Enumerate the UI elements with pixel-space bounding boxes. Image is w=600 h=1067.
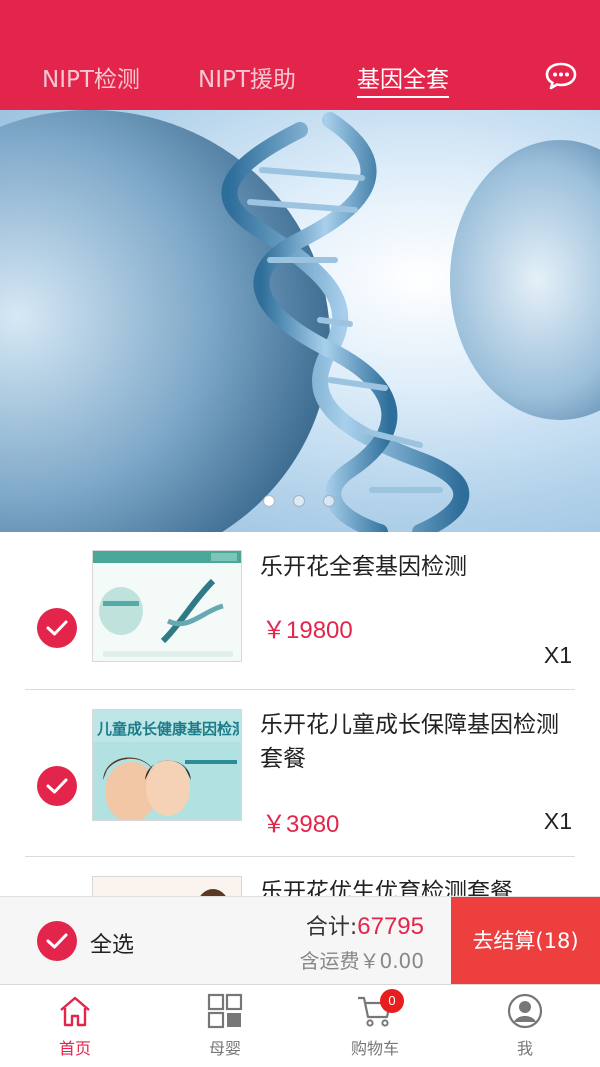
nav-label: 首页 bbox=[58, 1039, 91, 1058]
item-thumbnail[interactable]: 儿童成长健康基因检测 bbox=[92, 709, 242, 821]
carousel-dot[interactable] bbox=[293, 495, 305, 507]
cart-item: 儿童成长健康基因检测 乐开花儿童成长保障基因检测套餐 ￥3980 X1 bbox=[0, 690, 600, 856]
checkmark-icon bbox=[46, 778, 68, 794]
item-title[interactable]: 乐开花优生优育检测套餐 bbox=[260, 875, 570, 896]
top-header: NIPT检测 NIPT援助 基因全套 bbox=[0, 0, 600, 110]
item-price: ￥19800 bbox=[262, 617, 353, 644]
item-quantity: X1 bbox=[543, 642, 572, 668]
item-checkbox[interactable] bbox=[37, 608, 77, 648]
item-price: ￥3980 bbox=[262, 811, 340, 838]
select-all-checkbox[interactable] bbox=[37, 921, 77, 961]
carousel-dot[interactable] bbox=[323, 495, 335, 507]
item-thumbnail[interactable] bbox=[92, 876, 242, 896]
tab-gene-full-set[interactable]: 基因全套 bbox=[357, 58, 449, 102]
item-title[interactable]: 乐开花全套基因检测 bbox=[260, 550, 570, 584]
chat-bubble-icon[interactable] bbox=[545, 62, 577, 90]
home-icon bbox=[60, 996, 90, 1027]
item-thumbnail[interactable] bbox=[92, 550, 242, 662]
tab-nipt-aid[interactable]: NIPT援助 bbox=[198, 58, 296, 102]
item-title[interactable]: 乐开花儿童成长保障基因检测套餐 bbox=[260, 708, 570, 776]
total-amount: 67795 bbox=[357, 913, 424, 940]
order-total: 合计:67795 bbox=[306, 909, 424, 941]
bottom-nav: 首页 母婴 0 购物车 我 bbox=[0, 984, 600, 1067]
select-all-label[interactable]: 全选 bbox=[90, 927, 134, 959]
checkmark-icon bbox=[46, 933, 68, 949]
item-checkbox[interactable] bbox=[37, 766, 77, 806]
nav-maternal[interactable]: 母婴 bbox=[150, 985, 300, 1067]
shipping-fee: 含运费￥0.00 bbox=[299, 949, 424, 973]
cart-item: 乐开花全套基因检测 ￥19800 X1 bbox=[0, 532, 600, 690]
cart-item: 乐开花优生优育检测套餐 bbox=[0, 857, 600, 896]
nav-cart[interactable]: 0 购物车 bbox=[300, 985, 450, 1067]
tab-nipt-test[interactable]: NIPT检测 bbox=[42, 58, 140, 102]
cart-count-badge: 0 bbox=[380, 989, 404, 1013]
item-quantity: X1 bbox=[543, 808, 572, 834]
category-tabs: NIPT检测 NIPT援助 基因全套 bbox=[0, 58, 600, 102]
nav-label: 我 bbox=[516, 1039, 533, 1058]
carousel-indicator bbox=[0, 495, 600, 511]
dna-banner-image bbox=[0, 110, 600, 532]
user-icon bbox=[507, 993, 543, 1029]
nav-label: 母婴 bbox=[208, 1039, 241, 1058]
banner-carousel[interactable] bbox=[0, 110, 600, 532]
nav-home[interactable]: 首页 bbox=[0, 985, 150, 1067]
nav-label: 购物车 bbox=[350, 1039, 399, 1058]
checkout-button[interactable]: 去结算(18) bbox=[451, 897, 600, 985]
nav-me[interactable]: 我 bbox=[450, 985, 600, 1067]
total-prefix: 合计: bbox=[305, 915, 358, 940]
carousel-dot[interactable] bbox=[263, 495, 275, 507]
checkout-bar: 全选 合计:67795 含运费￥0.00 去结算(18) bbox=[0, 896, 600, 985]
checkmark-icon bbox=[46, 620, 68, 636]
grid-icon bbox=[207, 993, 243, 1029]
